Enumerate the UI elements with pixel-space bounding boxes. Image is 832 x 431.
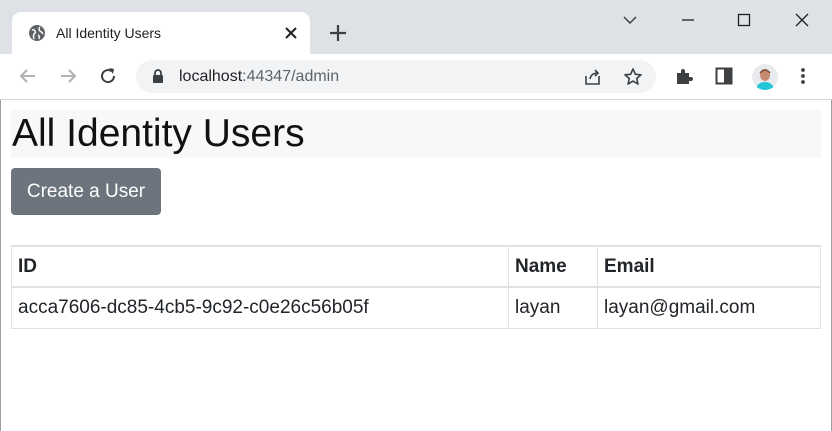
table-row: acca7606-dc85-4cb5-9c92-c0e26c56b05f lay… <box>11 286 821 329</box>
star-icon[interactable] <box>622 66 644 88</box>
column-header-name: Name <box>508 245 598 288</box>
browser-toolbar: localhost:44347/admin <box>0 54 832 99</box>
tab-strip: All Identity Users <box>0 0 832 54</box>
back-arrow-icon[interactable] <box>16 64 40 88</box>
address-bar[interactable]: localhost:44347/admin <box>136 60 656 93</box>
chevron-down-icon[interactable] <box>618 8 642 32</box>
share-icon[interactable] <box>582 66 604 88</box>
window-close-icon[interactable] <box>790 8 814 32</box>
cell-user-email: layan@gmail.com <box>597 286 821 329</box>
browser-tab-active[interactable]: All Identity Users <box>12 12 310 54</box>
globe-icon <box>28 24 46 42</box>
page-title: All Identity Users <box>11 110 821 158</box>
lock-icon[interactable] <box>150 68 166 84</box>
tab-title: All Identity Users <box>56 25 162 41</box>
cell-user-id: acca7606-dc85-4cb5-9c92-c0e26c56b05f <box>11 286 509 329</box>
extensions-icon[interactable] <box>672 64 696 88</box>
kebab-menu-icon[interactable] <box>791 64 815 88</box>
users-table: ID Name Email acca7606-dc85-4cb5-9c92-c0… <box>11 245 821 329</box>
url-path: :44347/admin <box>242 68 340 85</box>
maximize-icon[interactable] <box>732 8 756 32</box>
reload-icon[interactable] <box>96 64 120 88</box>
forward-arrow-icon[interactable] <box>56 64 80 88</box>
url-text[interactable]: localhost:44347/admin <box>179 67 339 86</box>
profile-avatar[interactable] <box>752 64 778 90</box>
table-header-row: ID Name Email <box>11 245 821 288</box>
side-panel-icon[interactable] <box>712 64 736 88</box>
cell-user-name: layan <box>508 286 598 329</box>
create-user-button[interactable]: Create a User <box>11 168 161 215</box>
close-icon[interactable] <box>282 24 300 42</box>
plus-icon[interactable] <box>327 22 349 44</box>
column-header-id: ID <box>11 245 509 288</box>
column-header-email: Email <box>597 245 821 288</box>
page-viewport: All Identity Users Create a User ID Name… <box>0 100 832 431</box>
url-host: localhost <box>179 68 243 85</box>
minimize-icon[interactable] <box>676 8 700 32</box>
